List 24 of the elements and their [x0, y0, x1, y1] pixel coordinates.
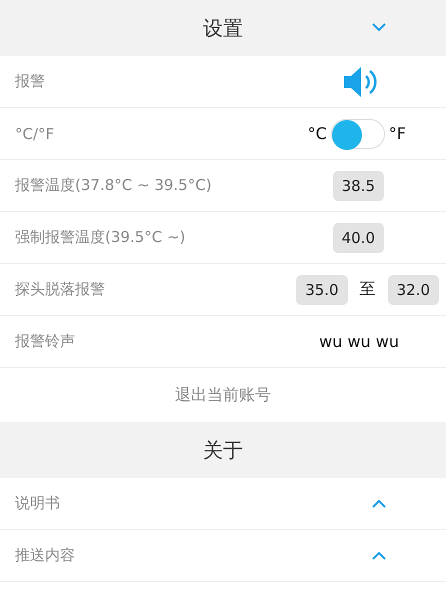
setting-label: 强制报警温度(39.5°C ~) [15, 228, 186, 247]
chevron-up-icon[interactable] [372, 551, 386, 560]
value-button[interactable]: 35.0 [296, 274, 348, 304]
value-button[interactable]: 40.0 [332, 222, 384, 252]
value-button[interactable]: 38.5 [332, 170, 384, 200]
section-title: 设置 [203, 14, 243, 42]
setting-label: 报警温度(37.8°C ~ 39.5°C) [15, 176, 212, 195]
about-label: 推送内容 [15, 546, 75, 565]
logout-button[interactable]: 退出当前账号 [171, 382, 275, 408]
setting-label: 报警 [15, 72, 45, 91]
range-separator: 至 [360, 279, 376, 300]
value-button[interactable]: 32.0 [388, 274, 439, 304]
unit-label: °F [388, 124, 406, 143]
chevron-down-icon[interactable] [372, 23, 386, 32]
section-title: 关于 [203, 436, 243, 464]
setting-label: 探头脱落报警 [15, 280, 105, 299]
unit-label: °C [308, 124, 327, 143]
about-label: 说明书 [15, 494, 60, 513]
section-header[interactable]: 设置 [0, 0, 446, 56]
setting-label: °C/°F [15, 124, 54, 142]
ringtone-value[interactable]: wu wu wu [319, 332, 399, 351]
chevron-up-icon[interactable] [372, 499, 386, 508]
unit-switch[interactable] [330, 118, 385, 148]
setting-label: 报警铃声 [15, 332, 75, 351]
